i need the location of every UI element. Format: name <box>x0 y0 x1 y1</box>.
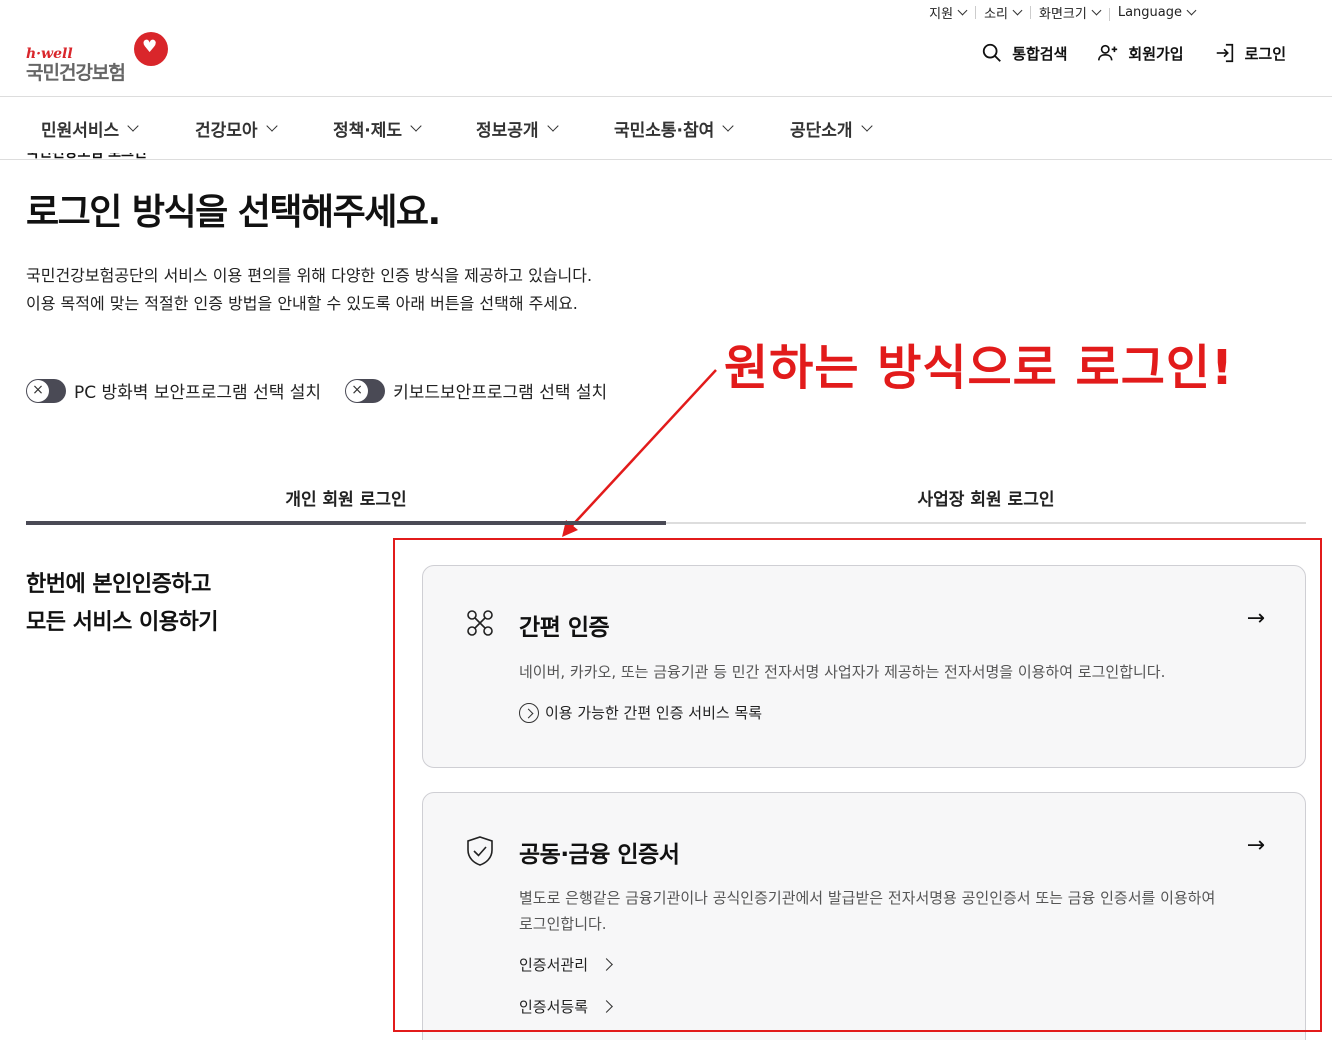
login-tabs: 개인 회원 로그인 사업장 회원 로그인 <box>26 472 1306 525</box>
nav-item-label: 건강모아 <box>195 120 258 141</box>
chevron-down-icon <box>722 119 734 132</box>
nav-item-health[interactable]: 건강모아 <box>195 97 278 159</box>
chevron-down-icon <box>546 119 559 132</box>
page-description: 국민건강보험공단의 서비스 이용 편의를 위해 다양한 인증 방식을 제공하고 … <box>26 262 592 318</box>
utility-support[interactable]: 지원 <box>920 3 975 22</box>
main-nav: 민원서비스 건강모아 정책·제도 정보공개 국민소통·참여 공단소개 <box>0 96 1332 160</box>
signup-button[interactable]: 회원가입 <box>1097 42 1184 64</box>
firewall-toggle-label: PC 방화벽 보안프로그램 선택 설치 <box>74 383 322 403</box>
toggle-switch[interactable] <box>345 378 386 403</box>
utility-screen-size-label: 화면크기 <box>1039 6 1087 22</box>
login-icon <box>1216 43 1233 63</box>
chevron-down-icon <box>410 119 422 132</box>
breadcrumb-label: 국민건강보험 로그인 <box>26 153 147 161</box>
utility-sound-label: 소리 <box>984 6 1008 22</box>
tab-personal-login[interactable]: 개인 회원 로그인 <box>26 472 666 525</box>
login-label: 로그인 <box>1244 44 1286 63</box>
chevron-down-icon <box>1186 5 1197 15</box>
nav-item-label: 정책·제도 <box>333 120 403 141</box>
nav-item-civil-service[interactable]: 민원서비스 <box>41 97 139 159</box>
site-logo[interactable]: h·well 국민건강보험 <box>26 32 171 84</box>
chevron-down-icon <box>1091 5 1102 15</box>
lead-heading: 한번에 본인인증하고 모든 서비스 이용하기 <box>26 566 218 642</box>
logo-name: 국민건강보험 <box>26 62 126 84</box>
nav-item-policy[interactable]: 정책·제도 <box>333 97 422 159</box>
security-toggles: PC 방화벽 보안프로그램 선택 설치 키보드보안프로그램 선택 설치 <box>26 378 607 403</box>
utility-language[interactable]: Language <box>1108 4 1204 21</box>
nav-item-label: 국민소통·참여 <box>614 120 715 141</box>
nav-item-about[interactable]: 공단소개 <box>790 97 873 159</box>
search-button[interactable]: 통합검색 <box>981 42 1067 64</box>
search-label: 통합검색 <box>1012 44 1068 63</box>
tab-label: 개인 회원 로그인 <box>285 490 407 510</box>
utility-bar: 지원 소리 화면크기 Language <box>920 0 1204 24</box>
tab-label: 사업장 회원 로그인 <box>917 490 1055 510</box>
page-description-line: 국민건강보험공단의 서비스 이용 편의를 위해 다양한 인증 방식을 제공하고 … <box>26 266 593 285</box>
lead-heading-line: 모든 서비스 이용하기 <box>26 610 218 635</box>
keyboard-security-toggle-label: 키보드보안프로그램 선택 설치 <box>393 383 608 403</box>
page-title: 로그인 방식을 선택해주세요. <box>26 192 441 233</box>
breadcrumb: 국민건강보험 로그인 <box>26 153 147 161</box>
annotation-highlight-box <box>393 538 1322 1032</box>
utility-screen-size[interactable]: 화면크기 <box>1030 3 1109 22</box>
chevron-down-icon <box>127 119 139 132</box>
utility-sound[interactable]: 소리 <box>975 3 1030 22</box>
firewall-toggle[interactable]: PC 방화벽 보안프로그램 선택 설치 <box>26 378 321 403</box>
nav-item-label: 공단소개 <box>790 120 853 141</box>
login-button[interactable]: 로그인 <box>1214 42 1286 64</box>
utility-language-label: Language <box>1117 4 1182 20</box>
utility-support-label: 지원 <box>929 6 954 22</box>
header-actions: 통합검색 회원가입 로그인 <box>981 42 1286 64</box>
signup-label: 회원가입 <box>1128 44 1184 63</box>
chevron-down-icon <box>860 119 873 132</box>
page-description-line: 이용 목적에 맞는 적절한 인증 방법을 안내할 수 있도록 아래 버튼을 선택… <box>26 294 578 313</box>
nav-item-info[interactable]: 정보공개 <box>476 97 559 159</box>
lead-heading-line: 한번에 본인인증하고 <box>26 572 211 597</box>
nav-item-label: 정보공개 <box>476 120 539 141</box>
search-icon <box>983 43 1002 62</box>
heart-logo-icon <box>134 32 168 66</box>
tab-business-login[interactable]: 사업장 회원 로그인 <box>666 472 1306 522</box>
chevron-down-icon <box>957 5 968 15</box>
add-user-icon <box>1098 44 1118 61</box>
annotation-text: 원하는 방식으로 로그인! <box>724 340 1234 396</box>
nav-item-participation[interactable]: 국민소통·참여 <box>614 97 734 159</box>
toggle-switch[interactable] <box>26 378 66 403</box>
nav-item-label: 민원서비스 <box>41 120 120 141</box>
keyboard-security-toggle[interactable]: 키보드보안프로그램 선택 설치 <box>345 378 607 403</box>
chevron-down-icon <box>265 119 278 132</box>
chevron-down-icon <box>1012 5 1023 15</box>
